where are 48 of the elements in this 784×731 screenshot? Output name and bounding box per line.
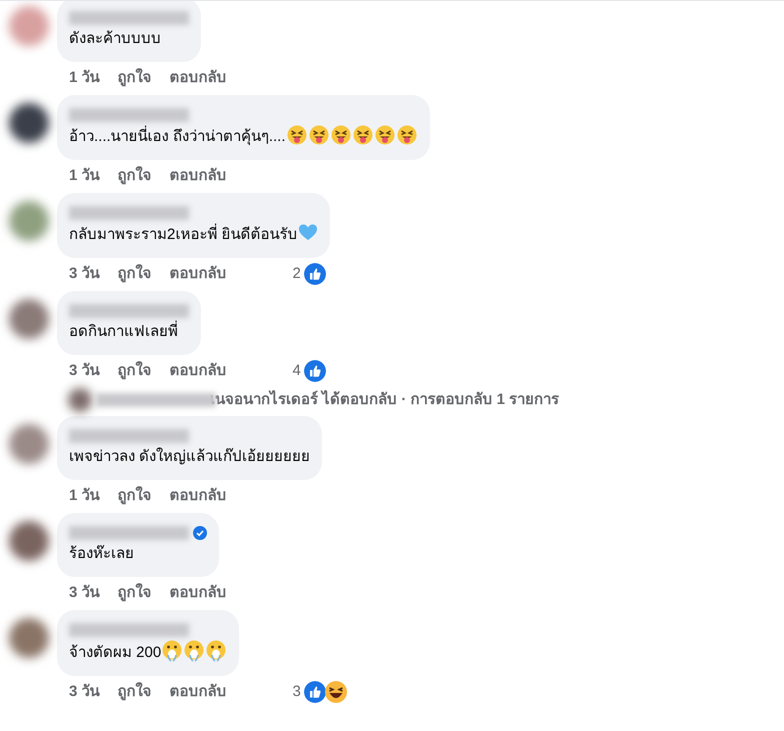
like-link[interactable]: ถูกใจ [118, 66, 152, 90]
reaction-count[interactable]: 2 [292, 262, 301, 286]
comment-text: เพจข่าวลง ดังใหญ่แล้วแก๊ปเอ้ยยยยยย [69, 448, 310, 465]
tongue-face-icon [286, 125, 307, 145]
comment-text: ร้องห๊ะเลย [69, 545, 134, 562]
reply-link[interactable]: ตอบกลับ [170, 262, 227, 286]
tongue-face-icon [330, 125, 351, 145]
covered-mouth-face-icon [184, 640, 204, 662]
comment-time[interactable]: 1 วัน [69, 484, 100, 508]
comment-time[interactable]: 3 วัน [69, 680, 100, 704]
like-link[interactable]: ถูกใจ [118, 164, 152, 188]
reply-link[interactable]: ตอบกลับ [170, 484, 227, 508]
view-replies-link[interactable]: เนจอนากไรเดอร์ ได้ตอบกลับ · การตอบกลับ 1 รายการ [210, 388, 560, 412]
comment-time[interactable]: 3 วัน [69, 262, 100, 286]
comment-time[interactable]: 3 วัน [69, 360, 100, 382]
like-link[interactable]: ถูกใจ [118, 360, 152, 382]
reaction-count[interactable]: 3 [292, 680, 301, 704]
like-icon [302, 261, 328, 287]
heart-icon [298, 223, 318, 243]
reply-link[interactable]: ตอบกลับ [170, 582, 227, 604]
reply-link[interactable]: ตอบกลับ [170, 164, 227, 188]
like-link[interactable]: ถูกใจ [118, 680, 152, 704]
like-link[interactable]: ถูกใจ [118, 484, 152, 508]
comment-text: อดกินกาแฟเลยพี่ [69, 323, 178, 340]
tongue-face-icon [374, 125, 395, 145]
comment-text: กลับมาพระราม2เหอะพี่ ยินดีต้อนรับ [69, 226, 298, 243]
comment-text: อ้าว....นายนี่เอง ถึงว่าน่าตาคุ้นๆ.... [69, 128, 286, 145]
reply-link[interactable]: ตอบกลับ [170, 360, 227, 382]
reply-link[interactable]: ตอบกลับ [170, 66, 227, 90]
comment-text: ดังละค้าบบบบ [69, 30, 161, 47]
tongue-face-icon [352, 125, 373, 145]
comment-time[interactable]: 3 วัน [69, 582, 100, 604]
like-icon [302, 358, 328, 384]
comment-time[interactable]: 1 วัน [69, 66, 100, 90]
laughing-face-icon [324, 681, 347, 703]
avatar[interactable] [8, 618, 48, 658]
avatar[interactable] [8, 521, 48, 561]
reaction-count[interactable]: 4 [292, 360, 301, 382]
comment-time[interactable]: 1 วัน [69, 164, 100, 188]
comment-text: จ้างตัดผม 200 [69, 644, 162, 661]
avatar[interactable] [8, 103, 48, 143]
tongue-face-icon [396, 125, 417, 145]
covered-mouth-face-icon [162, 640, 182, 662]
like-link[interactable]: ถูกใจ [118, 262, 152, 286]
reply-link[interactable]: ตอบกลับ [170, 680, 227, 704]
like-link[interactable]: ถูกใจ [118, 582, 152, 604]
covered-mouth-face-icon [206, 640, 226, 662]
tongue-face-icon [308, 125, 329, 145]
